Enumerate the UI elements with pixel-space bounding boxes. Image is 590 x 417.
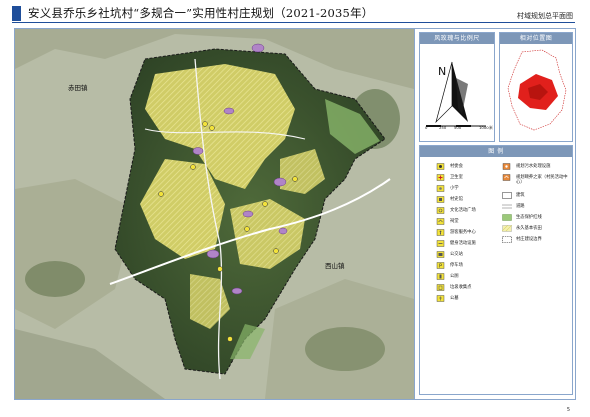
compass-scale-panel: 风玫瑰与比例尺 N 0 250 500 1000 米 xyxy=(419,32,495,142)
history-hall-icon xyxy=(436,196,446,203)
master-plan-map[interactable]: 赤田镇 西山镇 xyxy=(15,29,414,399)
legend-title: 图 例 xyxy=(420,146,572,157)
location-map xyxy=(507,49,567,131)
north-label: N xyxy=(438,65,446,78)
scale-bar: 0 250 500 1000 米 xyxy=(423,125,493,133)
clinic-icon xyxy=(436,174,446,181)
page-header: 安义县乔乐乡社坑村“多规合一”实用性村庄规划（2021-2035年） 村域规划总… xyxy=(0,0,590,24)
parking-icon: P xyxy=(436,262,446,270)
visitor-center-icon xyxy=(436,229,446,236)
location-panel-title: 相对位置图 xyxy=(500,33,572,44)
bus-stop-icon xyxy=(436,251,446,258)
sewage-icon xyxy=(502,163,512,170)
building-swatch xyxy=(502,192,512,199)
scale-tick-0: 0 xyxy=(425,125,428,130)
toilet-icon xyxy=(436,273,446,280)
eco-redline-swatch xyxy=(502,214,512,221)
elderly-home-icon xyxy=(502,174,512,181)
legend-panel: 图 例 村委会 卫生室 小学 村史馆 文化活动广场 祠堂 游客服务中心 健身活动… xyxy=(419,145,573,395)
page-number: 5 xyxy=(566,407,570,413)
sidebar: 风玫瑰与比例尺 N 0 250 500 1000 米 相对位置图 图 例 村委会… xyxy=(414,29,575,399)
cemetery-icon xyxy=(436,295,446,302)
school-icon xyxy=(436,185,446,192)
compass-panel-title: 风玫瑰与比例尺 xyxy=(420,33,494,44)
culture-square-icon xyxy=(436,207,446,214)
fitness-icon xyxy=(436,240,446,247)
scale-tick-500: 500 xyxy=(454,125,462,130)
ancestral-hall-icon xyxy=(436,218,446,225)
scale-unit: 米 xyxy=(489,125,493,130)
boundary-swatch xyxy=(502,236,512,243)
scale-tick-250: 250 xyxy=(439,125,447,130)
location-panel: 相对位置图 xyxy=(499,32,573,142)
svg-text:P: P xyxy=(439,264,442,269)
farmland-swatch xyxy=(501,224,513,232)
village-committee-icon xyxy=(436,163,446,170)
scale-tick-1000: 1000 xyxy=(479,125,489,130)
title-accent-bar xyxy=(12,6,21,21)
town-label-chitian: 赤田镇 xyxy=(68,84,88,92)
header-rule xyxy=(12,22,575,24)
page-title: 安义县乔乐乡社坑村“多规合一”实用性村庄规划（2021-2035年） xyxy=(28,6,374,20)
drawing-subtitle: 村域规划总平面图 xyxy=(517,12,573,20)
town-label-xishan: 西山镇 xyxy=(325,262,345,270)
road-swatch xyxy=(502,203,512,210)
garbage-point-icon xyxy=(436,284,446,291)
